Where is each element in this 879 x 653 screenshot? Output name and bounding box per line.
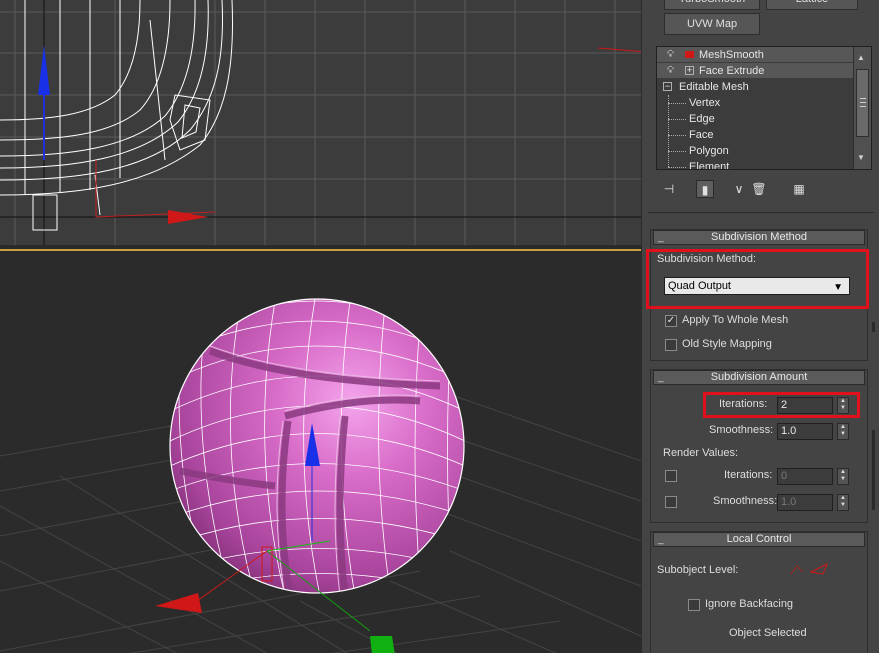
apply-whole-mesh-checkbox[interactable]: ✓ (665, 315, 677, 327)
rollout-title: Subdivision Amount (710, 371, 808, 383)
stack-item-editable-mesh[interactable]: − Editable Mesh (657, 79, 853, 95)
remove-modifier-icon[interactable]: 🗑︎ (750, 180, 768, 198)
show-end-result-icon[interactable]: ▮ (696, 180, 714, 198)
highlight-iterations (703, 392, 860, 418)
lightbulb-icon[interactable]: 💡︎ (667, 49, 676, 61)
render-iterations-checkbox[interactable] (665, 470, 677, 482)
scroll-thumb[interactable] (856, 69, 869, 137)
old-style-mapping-checkbox[interactable] (665, 339, 677, 351)
rollout-local-control: _ Local Control Subobject Level: Ignore … (650, 531, 868, 653)
pin-stack-icon[interactable]: ⊣ (660, 180, 678, 198)
rollout-header-subdivision-amount[interactable]: _ Subdivision Amount (653, 370, 865, 385)
subobject-element[interactable]: Element (657, 159, 853, 169)
perspective-viewport[interactable] (0, 249, 641, 653)
subobject-label: Polygon (689, 145, 729, 157)
modifier-stack-list[interactable]: 💡︎ MeshSmooth 💡︎ + Face Extrude − Editab… (656, 46, 872, 170)
tree-branch (668, 135, 686, 136)
stack-item-meshsmooth[interactable]: 💡︎ MeshSmooth (657, 47, 853, 63)
uvw-map-button[interactable]: UVW Map (664, 13, 760, 35)
subobject-face[interactable]: Face (657, 127, 853, 143)
smoothness-input[interactable]: 1.0 (777, 423, 833, 440)
render-values-label: Render Values: (663, 447, 739, 459)
expand-icon[interactable]: + (685, 66, 694, 75)
lightbulb-icon[interactable]: 💡︎ (667, 65, 676, 77)
subobject-level-label: Subobject Level: (657, 564, 739, 576)
render-iterations-label: Iterations: (724, 469, 773, 481)
perspective-viewport-canvas (0, 298, 641, 653)
panel-scroll-indicator[interactable] (872, 322, 875, 332)
command-panel: TurboSmooth Lattice UVW Map 💡︎ MeshSmoot… (641, 0, 879, 653)
panel-separator (648, 212, 874, 213)
grip-line (860, 102, 866, 103)
stack-item-face-extrude[interactable]: 💡︎ + Face Extrude (657, 63, 853, 79)
subobject-label: Face (689, 129, 714, 141)
stack-item-label: Editable Mesh (679, 81, 749, 93)
render-iterations-spinner[interactable]: ▲ ▼ (837, 468, 849, 485)
edge-level-icon[interactable] (809, 562, 828, 575)
render-smoothness-checkbox[interactable] (665, 496, 677, 508)
render-iterations-input[interactable]: 0 (777, 468, 833, 485)
lattice-button[interactable]: Lattice (766, 0, 858, 10)
scroll-up-icon[interactable]: ▲ (857, 53, 865, 62)
collapse-icon[interactable]: _ (658, 371, 664, 384)
scroll-down-icon[interactable]: ▼ (857, 153, 865, 162)
old-style-mapping-label: Old Style Mapping (682, 338, 772, 350)
subobject-polygon[interactable]: Polygon (657, 143, 853, 159)
render-smoothness-input[interactable]: 1.0 (777, 494, 833, 511)
apply-whole-mesh-label: Apply To Whole Mesh (682, 314, 789, 326)
stack-item-label: Face Extrude (699, 65, 765, 77)
ignore-backfacing-checkbox[interactable] (688, 599, 700, 611)
subobject-label: Element (689, 161, 730, 169)
collapse-icon[interactable]: _ (658, 533, 664, 546)
stack-toolbar: ⊣ ▮ ∨ 🗑︎ ▦ (656, 178, 872, 200)
stack-item-label: MeshSmooth (699, 49, 764, 61)
stack-scrollbar[interactable]: ▲ ▼ (853, 47, 871, 169)
render-smoothness-spinner[interactable]: ▲ ▼ (837, 494, 849, 511)
grip-line (860, 98, 866, 99)
modifier-active-icon[interactable] (685, 51, 694, 58)
make-unique-icon[interactable]: ∨ (730, 180, 748, 198)
highlight-subdivision-method (646, 249, 869, 309)
grip-line (860, 106, 866, 107)
panel-scroll-indicator[interactable] (872, 430, 875, 510)
render-smoothness-label: Smoothness: (713, 495, 778, 507)
ignore-backfacing-label: Ignore Backfacing (705, 598, 794, 610)
rollout-title: Subdivision Method (710, 231, 807, 243)
rollout-header-local-control[interactable]: _ Local Control (653, 532, 865, 547)
smoothness-spinner[interactable]: ▲ ▼ (837, 423, 849, 440)
selection-status-text: Object Selected (729, 627, 807, 639)
subobject-label: Vertex (689, 97, 721, 109)
tree-branch (668, 103, 686, 104)
top-viewport[interactable] (0, 0, 641, 245)
subobject-vertex[interactable]: Vertex (657, 95, 853, 111)
turbosmooth-button[interactable]: TurboSmooth (664, 0, 760, 10)
subobject-edge[interactable]: Edge (657, 111, 853, 127)
top-viewport-canvas (0, 0, 641, 245)
subobject-level-icons (790, 562, 828, 575)
tree-branch (668, 167, 686, 168)
tree-branch (668, 119, 686, 120)
tree-branch (668, 151, 686, 152)
collapse-icon[interactable]: _ (658, 231, 664, 244)
collapse-icon[interactable]: − (663, 82, 672, 91)
smoothness-label: Smoothness: (709, 424, 774, 436)
subobject-label: Edge (689, 113, 715, 125)
vertex-level-icon[interactable] (790, 565, 804, 575)
rollout-header-subdivision-method[interactable]: _ Subdivision Method (653, 230, 865, 245)
rollout-title: Local Control (726, 533, 792, 545)
configure-modifier-sets-icon[interactable]: ▦ (790, 180, 808, 198)
